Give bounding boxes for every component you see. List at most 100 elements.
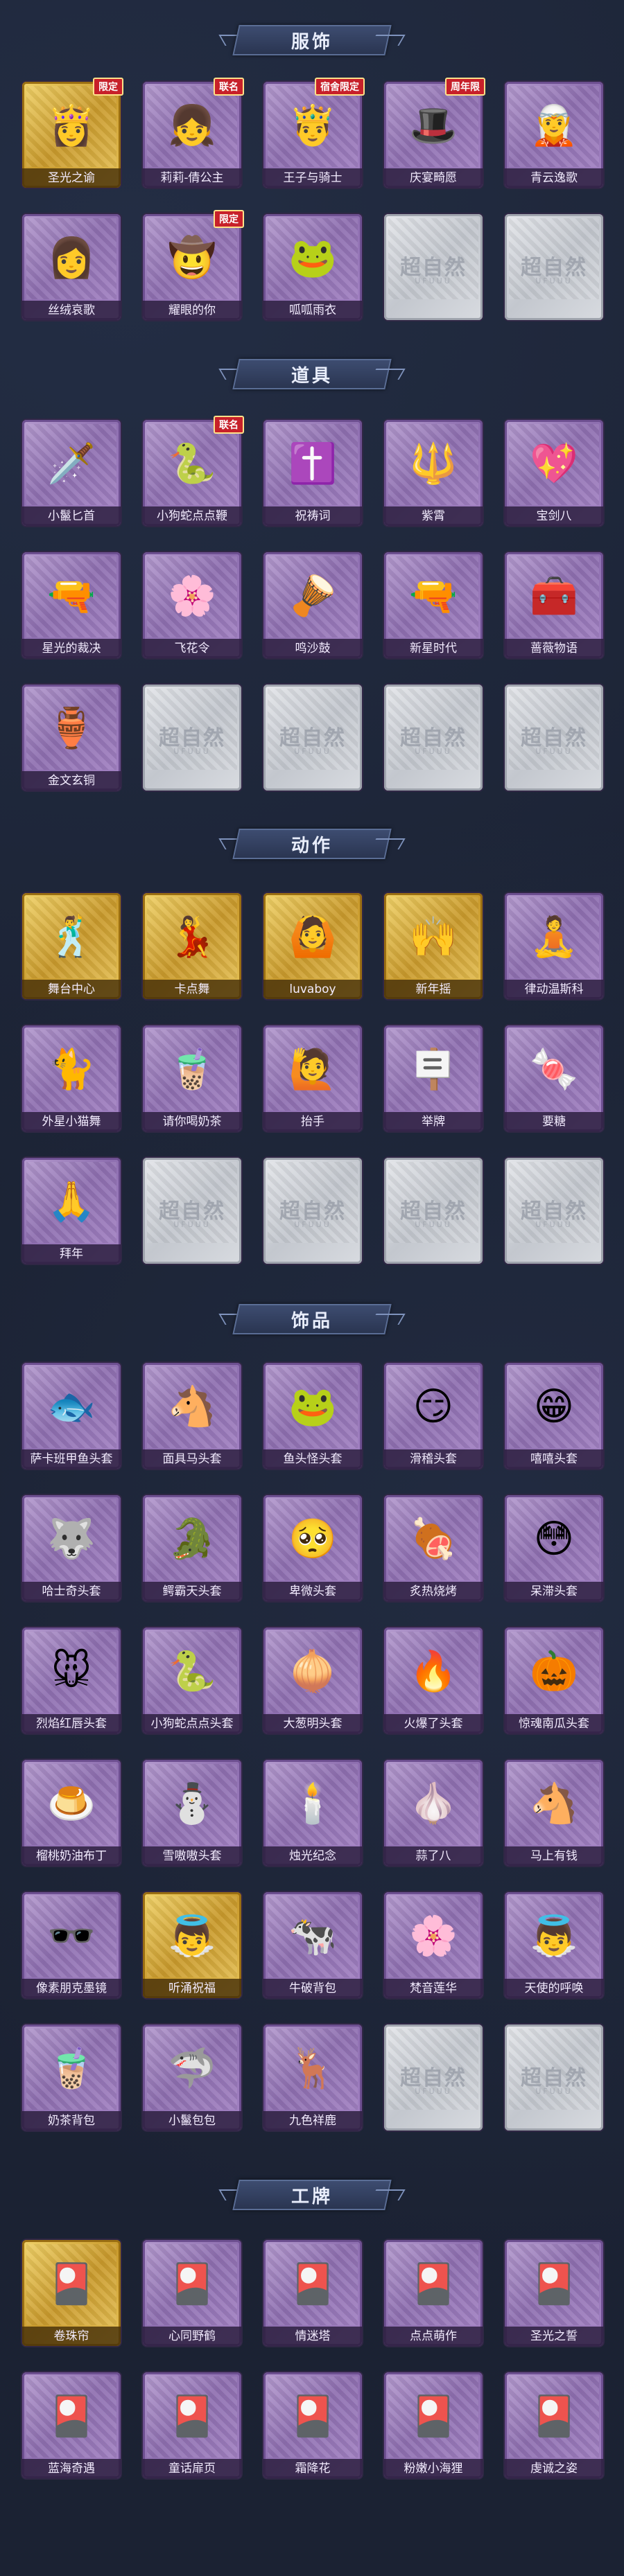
item-card[interactable]: 🐴 面具马头套 [143, 1363, 241, 1469]
limited-badge: 限定 [214, 210, 244, 228]
empty-slot: 超自然 UFUUU [505, 1158, 603, 1264]
item-card[interactable]: 🙆 luvaboy [263, 893, 362, 999]
item-card[interactable]: 🙌 新年摇 [384, 893, 483, 999]
item-card[interactable]: 🪘 鸣沙鼓 [263, 552, 362, 658]
item-card[interactable]: 🐸 呱呱雨衣 [263, 214, 362, 320]
item-card[interactable]: 🎴 点点萌作 [384, 2240, 483, 2346]
item-card[interactable]: 🎴 卷珠帘 [22, 2240, 121, 2346]
item-card[interactable]: 🎴 童话扉页 [143, 2372, 241, 2478]
item-image: 🌸 [168, 574, 216, 619]
item-name: 大葱明头套 [263, 1714, 362, 1733]
item-image: 🦌 [288, 2046, 337, 2091]
item-card[interactable]: 🧅 大葱明头套 [263, 1627, 362, 1733]
item-card[interactable]: 🕺 舞台中心 [22, 893, 121, 999]
item-card[interactable]: 🦌 九色祥鹿 [263, 2024, 362, 2131]
item-card[interactable]: 🎴 虔诚之姿 [505, 2372, 603, 2478]
item-card[interactable]: 🎴 蓝海奇遇 [22, 2372, 121, 2478]
empty-slot: 超自然 UFUUU [505, 2024, 603, 2131]
item-card[interactable]: 😳 呆滞头套 [505, 1495, 603, 1601]
item-card[interactable]: 🎩 庆宴畸愿 周年限 [384, 78, 485, 188]
item-name: 呱呱雨衣 [263, 301, 362, 320]
item-card[interactable]: 🎴 圣光之誓 [505, 2240, 603, 2346]
item-card[interactable]: 😏 滑稽头套 [384, 1363, 483, 1469]
item-card[interactable]: 🧝 青云逸歌 [505, 82, 603, 188]
card-frame: ✝️ 祝祷词 [263, 420, 362, 526]
item-card[interactable]: 👼 天使的呼唤 [505, 1892, 603, 1998]
item-card[interactable]: 🤠 耀眼的你 限定 [143, 210, 244, 320]
watermark-sub: UFUUU [415, 276, 452, 285]
item-card[interactable]: 🔱 紫霄 [384, 420, 483, 526]
item-name: 霜降花 [263, 2459, 362, 2478]
card-frame: 🐴 马上有钱 [505, 1760, 603, 1866]
item-card[interactable]: 🦈 小鬣包包 [143, 2024, 241, 2131]
item-card[interactable]: 🕯️ 烛光纪念 [263, 1760, 362, 1866]
item-card[interactable]: 👼 听涌祝福 [143, 1892, 241, 1998]
item-card[interactable]: ✝️ 祝祷词 [263, 420, 362, 526]
item-card[interactable]: 🧄 蒜了八 [384, 1760, 483, 1866]
item-card[interactable]: 🎴 心同野鹤 [143, 2240, 241, 2346]
watermark-sub: UFUUU [415, 2087, 452, 2096]
item-card[interactable]: 👸 圣光之谕 限定 [22, 78, 123, 188]
item-card[interactable]: 🐄 牛破背包 [263, 1892, 362, 1998]
item-card[interactable]: 🧘 律动温斯科 [505, 893, 603, 999]
item-card[interactable]: 👧 莉莉-倩公主 联名 [143, 78, 244, 188]
item-card[interactable]: 👩 丝绒哀歌 [22, 214, 121, 320]
item-card[interactable]: 🧰 蔷薇物语 [505, 552, 603, 658]
item-card[interactable]: 🕶️ 像素朋克墨镜 [22, 1892, 121, 1998]
card-frame: 🤠 耀眼的你 [143, 214, 241, 320]
item-card[interactable]: 🔫 新星时代 [384, 552, 483, 658]
item-card[interactable]: 🌸 飞花令 [143, 552, 241, 658]
item-card[interactable]: 💖 宝剑八 [505, 420, 603, 526]
item-card[interactable]: 🐴 马上有钱 [505, 1760, 603, 1866]
card-frame: 🐄 牛破背包 [263, 1892, 362, 1998]
item-card[interactable]: 🔥 火爆了头套 [384, 1627, 483, 1733]
item-card[interactable]: 🐊 鳄霸天头套 [143, 1495, 241, 1601]
item-card[interactable]: 🐍 小狗蛇点点头套 [143, 1627, 241, 1733]
item-image: 🥺 [288, 1517, 337, 1562]
card-frame: 🍖 炙热烧烤 [384, 1495, 483, 1601]
item-card[interactable]: 🎴 情迷塔 [263, 2240, 362, 2346]
item-card[interactable]: 🥺 卑微头套 [263, 1495, 362, 1601]
section-title: 饰品 [291, 1310, 333, 1332]
item-card[interactable]: 🍖 炙热烧烤 [384, 1495, 483, 1601]
item-card[interactable]: 🙏 拜年 [22, 1158, 121, 1264]
item-card[interactable]: 🏺 金文玄铜 [22, 685, 121, 791]
item-card[interactable]: ⛄ 雪嗷嗷头套 [143, 1760, 241, 1866]
item-card[interactable]: 🧋 请你喝奶茶 [143, 1025, 241, 1131]
card-frame: 🤴 王子与骑士 [263, 82, 362, 188]
item-image: 👸 [47, 103, 96, 148]
item-card[interactable]: 💃 卡点舞 [143, 893, 241, 999]
item-card[interactable]: 🎴 霜降花 [263, 2372, 362, 2478]
item-card[interactable]: 🪧 举牌 [384, 1025, 483, 1131]
banner-right-ornament [370, 1314, 406, 1325]
item-image: 👼 [168, 1914, 216, 1959]
item-card[interactable]: 🎃 惊魂南瓜头套 [505, 1627, 603, 1733]
card-frame: 🧋 请你喝奶茶 [143, 1025, 241, 1131]
item-card[interactable]: 🧋 奶茶背包 [22, 2024, 121, 2131]
item-card[interactable]: 🍮 榴桃奶油布丁 [22, 1760, 121, 1866]
item-card[interactable]: 🐭 烈焰红唇头套 [22, 1627, 121, 1733]
item-card[interactable]: 🎴 粉嫩小海狸 [384, 2372, 483, 2478]
item-name: 星光的裁决 [22, 639, 121, 658]
card-frame: 💖 宝剑八 [505, 420, 603, 526]
item-card[interactable]: 🌸 梵音莲华 [384, 1892, 483, 1998]
card-frame: 👧 莉莉-倩公主 [143, 82, 241, 188]
item-card[interactable]: 🐟 萨卡班甲鱼头套 [22, 1363, 121, 1469]
item-card[interactable]: 🔫 星光的裁决 [22, 552, 121, 658]
item-card[interactable]: 🐈 外星小猫舞 [22, 1025, 121, 1131]
item-card[interactable]: 🐺 哈士奇头套 [22, 1495, 121, 1601]
card-frame: 超自然 UFUUU [263, 685, 362, 791]
item-card[interactable]: 🍬 要糖 [505, 1025, 603, 1131]
empty-slot: 超自然 UFUUU [505, 214, 603, 320]
item-card[interactable]: 😁 嘻嘻头套 [505, 1363, 603, 1469]
item-card[interactable]: 🐸 鱼头怪头套 [263, 1363, 362, 1469]
item-image: 🐺 [47, 1517, 96, 1562]
section-banner-cards: 工牌 [218, 2176, 406, 2214]
card-frame: 🦌 九色祥鹿 [263, 2024, 362, 2131]
item-card[interactable]: 🐍 小狗蛇点点鞭 联名 [143, 416, 244, 526]
item-name: 律动温斯科 [505, 980, 603, 999]
item-card[interactable]: 🗡️ 小鬣匕首 [22, 420, 121, 526]
item-card[interactable]: 🙋 抬手 [263, 1025, 362, 1131]
card-frame: 🔱 紫霄 [384, 420, 483, 526]
item-card[interactable]: 🤴 王子与骑士 宿舍限定 [263, 78, 365, 188]
